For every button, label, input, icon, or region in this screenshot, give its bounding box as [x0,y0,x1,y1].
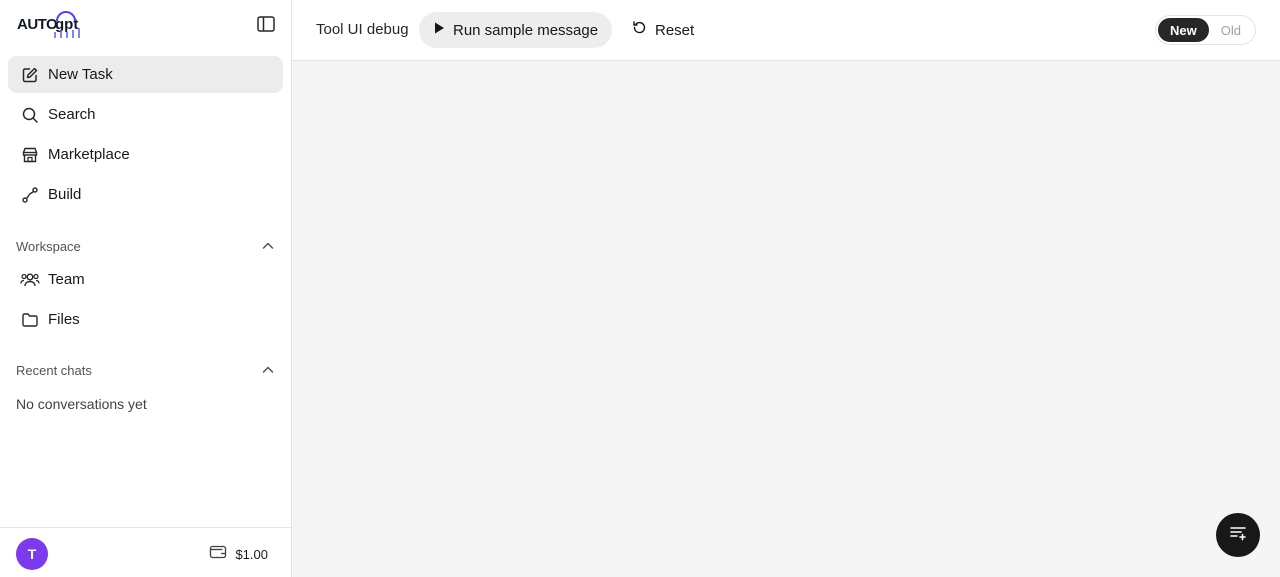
no-conversations-text: No conversations yet [16,396,147,412]
recent-chats-section-header: Recent chats [16,360,276,380]
sidebar: AUTO gpt New Task Search Marketplace Bui… [0,0,292,577]
workspace-section-title: Workspace [16,238,81,254]
reset-label: Reset [655,21,695,39]
version-toggle: New Old [1155,15,1256,45]
toggle-option-new[interactable]: New [1158,18,1209,42]
nav-item-marketplace[interactable]: Marketplace [8,136,283,173]
list-filter-icon [1229,524,1247,547]
nav-item-team[interactable]: Team [8,261,283,298]
play-icon [433,21,445,40]
nav-item-label: New Task [48,66,113,83]
nav-item-label: Team [48,271,85,288]
avatar[interactable]: T [16,538,48,570]
credits-amount: $1.00 [235,547,268,562]
store-icon [20,145,40,165]
workspace-section-header: Workspace [16,236,276,256]
chevron-up-icon[interactable] [260,238,276,254]
folder-icon [20,310,40,330]
search-icon [20,105,40,125]
main-nav: New Task Search Marketplace Build [8,56,283,216]
nav-item-label: Marketplace [48,146,130,163]
nav-item-build[interactable]: Build [8,176,283,213]
page-title: Tool UI debug [316,21,409,38]
nav-item-search[interactable]: Search [8,96,283,133]
nav-item-new-task[interactable]: New Task [8,56,283,93]
reset-button[interactable]: Reset [620,12,706,48]
autogpt-logo[interactable]: AUTO gpt [17,8,81,38]
toggle-option-old[interactable]: Old [1209,18,1253,42]
logo-mark: AUTO gpt [17,11,80,38]
run-sample-message-button[interactable]: Run sample message [419,12,613,48]
nav-item-files[interactable]: Files [8,301,283,338]
sidebar-toggle-icon[interactable] [256,14,278,34]
workspace-nav: Team Files [8,261,283,341]
nav-item-label: Build [48,186,82,203]
nav-item-label: Files [48,311,80,328]
credits-balance[interactable]: $1.00 [209,544,268,565]
recent-chats-section-title: Recent chats [16,362,92,378]
workflow-icon [20,185,40,205]
top-bar: Tool UI debug Run sample message Reset N… [292,0,1280,61]
nav-item-label: Search [48,106,96,123]
main-content: Tool UI debug Run sample message Reset N… [292,0,1280,577]
svg-text:AUTO: AUTO [17,16,58,33]
edit-icon [20,65,40,85]
users-icon [20,270,40,290]
run-sample-message-label: Run sample message [453,21,599,39]
floating-action-button[interactable] [1216,513,1260,557]
wallet-icon [209,544,227,565]
sidebar-footer: T $1.00 [0,527,292,577]
chevron-up-icon[interactable] [260,362,276,378]
rotate-ccw-icon [632,20,647,40]
